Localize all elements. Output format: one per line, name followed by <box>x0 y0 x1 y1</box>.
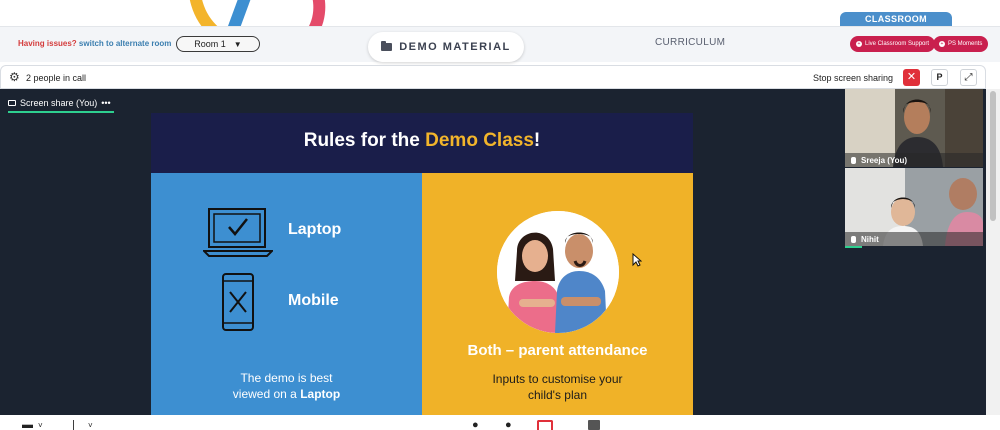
laptop-icon <box>203 208 273 257</box>
screen-share-tab-label: Screen share (You) <box>20 98 98 108</box>
active-tab-underline <box>8 111 114 113</box>
slide-title-highlight: Demo Class <box>425 130 534 151</box>
laptop-label: Laptop <box>288 221 342 238</box>
tab-classroom[interactable]: CLASSROOM <box>840 12 952 26</box>
having-issues-text: Having issues? switch to alternate room <box>18 39 171 48</box>
participant-name-label: Nihit <box>845 232 983 246</box>
slide-title-end: ! <box>533 130 541 151</box>
camera-icon[interactable]: ▬ <box>22 420 33 430</box>
gear-icon[interactable]: ⚙ <box>9 71 20 83</box>
participant-name: Sreeja (You) <box>861 155 908 165</box>
call-header: ⚙ 2 people in call Stop screen sharing ✕… <box>0 65 986 89</box>
parents-illustration <box>497 211 619 333</box>
folder-icon <box>381 41 393 51</box>
parents-photo <box>497 211 619 333</box>
mic-icon <box>851 156 856 164</box>
call-controls-bar: ▬ ˅ | ˅ ● ● <box>0 415 1000 430</box>
mic-options-chevron-icon[interactable]: ˅ <box>88 420 93 430</box>
classroom-window: Having issues? switch to alternate room … <box>0 0 1000 430</box>
tab-curriculum[interactable]: CURRICULUM <box>655 37 725 48</box>
both-parent-attendance-label: Both – parent attendance <box>467 342 648 359</box>
ps-moments-label: PS Moments <box>948 41 983 47</box>
plus-icon: + <box>856 41 862 47</box>
screen-share-icon <box>8 100 16 106</box>
participant-name-label: Sreeja (You) <box>845 153 983 167</box>
participant-name: Nihit <box>861 234 879 244</box>
participant-tile-sreeja[interactable]: Sreeja (You) <box>845 89 983 167</box>
tab-screen-share[interactable]: Screen share (You) ••• <box>8 95 111 111</box>
page-scrollbar[interactable] <box>986 89 1000 415</box>
issues-label: Having issues? <box>18 39 77 48</box>
inputs-note-line2: child's plan <box>528 388 587 402</box>
plus-icon: + <box>939 41 945 47</box>
chevron-down-icon: ▼ <box>233 39 242 49</box>
inputs-note-line1: Inputs to customise your <box>492 372 623 386</box>
participant-tile-nihit[interactable]: Nihit <box>845 168 983 246</box>
live-classroom-support-button[interactable]: + Live Classroom Support <box>850 36 936 52</box>
demo-note-line2: viewed on a Laptop <box>181 386 392 402</box>
live-support-label: Live Classroom Support <box>865 41 930 47</box>
parent-attendance-panel: Both – parent attendance Inputs to custo… <box>422 173 693 415</box>
participants-icon[interactable]: ● <box>472 420 479 430</box>
scrollbar-thumb[interactable] <box>990 91 996 221</box>
room-select-dropdown[interactable]: Room 1 ▼ <box>176 36 260 52</box>
mobile-icon <box>222 273 254 331</box>
demo-note-line1: The demo is best <box>240 371 333 385</box>
switch-alternate-room-link[interactable]: switch to alternate room <box>79 39 171 48</box>
chat-icon[interactable] <box>588 420 600 430</box>
raise-hand-icon[interactable]: ● <box>505 420 512 430</box>
demo-material-label: DEMO MATERIAL <box>399 41 511 53</box>
slide-title-text: Rules for the <box>303 130 426 151</box>
room-select-value: Room 1 <box>194 39 226 49</box>
pin-button[interactable]: P <box>931 69 948 86</box>
shared-slide: Rules for the Demo Class! Laptop Mobile … <box>151 113 693 415</box>
demo-material-button[interactable]: DEMO MATERIAL <box>368 32 524 62</box>
mouse-cursor-icon <box>632 253 642 267</box>
slide-title: Rules for the Demo Class! <box>151 113 693 173</box>
demo-device-note: The demo is best viewed on a Laptop <box>181 370 392 402</box>
stop-screen-sharing-label[interactable]: Stop screen sharing <box>813 73 893 83</box>
speaking-indicator <box>845 246 862 248</box>
expand-icon[interactable]: ⤢ <box>960 69 977 86</box>
inputs-note: Inputs to customise your child's plan <box>452 371 663 403</box>
more-options-icon[interactable]: ••• <box>101 98 110 108</box>
stop-sharing-close-button[interactable]: ✕ <box>903 69 920 86</box>
demo-note-line2-bold: Laptop <box>300 387 341 401</box>
camera-options-chevron-icon[interactable]: ˅ <box>38 420 43 430</box>
stop-share-screen-icon[interactable] <box>537 420 553 430</box>
ps-moments-button[interactable]: + PS Moments <box>933 36 989 52</box>
device-rules-panel: Laptop Mobile The demo is best viewed on… <box>151 173 422 415</box>
demo-note-line2-text: viewed on a <box>232 387 301 401</box>
mobile-label: Mobile <box>288 292 339 309</box>
mic-toggle-icon[interactable]: | <box>72 420 75 430</box>
mic-icon <box>851 235 856 243</box>
people-in-call-count: 2 people in call <box>26 73 87 83</box>
